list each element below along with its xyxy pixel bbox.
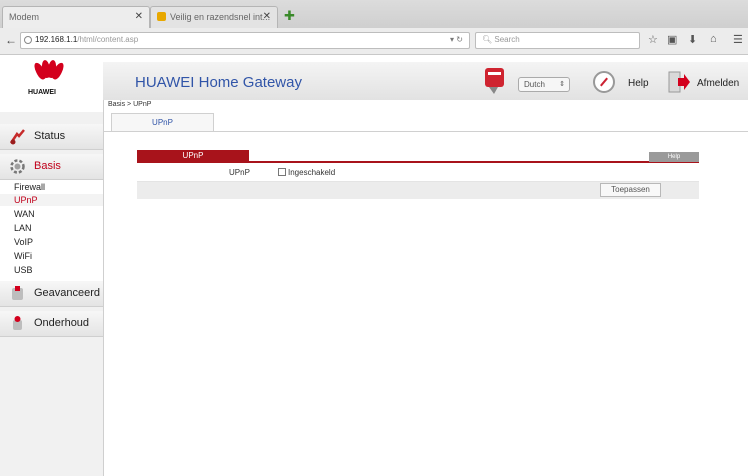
button-row: Toepassen bbox=[137, 182, 699, 199]
language-select[interactable]: Dutch ⇕ bbox=[518, 77, 570, 92]
browser-tab-second[interactable]: Veilig en razendsnel int... ✕ bbox=[150, 6, 278, 28]
select-arrows-icon: ⇕ bbox=[559, 81, 565, 88]
search-placeholder-text: Search bbox=[494, 35, 520, 44]
library-icon[interactable]: ▣ bbox=[667, 33, 677, 46]
reload-icon[interactable]: ▾ ↻ bbox=[450, 35, 463, 44]
browser-nav-bar: ← 192.168.1.1/html/content.asp ▾ ↻ 🔍︎ Se… bbox=[0, 28, 748, 55]
address-bar[interactable]: 192.168.1.1/html/content.asp ▾ ↻ bbox=[20, 32, 470, 49]
download-icon[interactable]: ⬇ bbox=[688, 33, 697, 46]
search-placeholder: 🔍︎ Search bbox=[482, 35, 520, 44]
browser-info-icon[interactable] bbox=[484, 67, 505, 95]
upnp-panel-header: UPnP Help bbox=[137, 150, 699, 163]
globe-icon bbox=[24, 36, 32, 44]
url-host: 192.168.1.1 bbox=[35, 35, 78, 44]
gear-icon bbox=[10, 159, 25, 174]
menu-icon[interactable]: ☰ bbox=[733, 33, 743, 46]
status-icon bbox=[9, 129, 25, 145]
new-tab-icon[interactable]: ✚ bbox=[284, 9, 298, 22]
sidebar-item-usb[interactable]: USB bbox=[14, 265, 33, 275]
sidebar-item-label: Geavanceerd bbox=[34, 287, 101, 299]
sidebar-item-advanced[interactable]: Geavanceerd bbox=[0, 281, 103, 307]
page-title: HUAWEI Home Gateway bbox=[135, 74, 302, 91]
panel-help-button[interactable]: Help bbox=[649, 152, 699, 162]
sidebar-item-label: Status bbox=[34, 130, 66, 142]
tab-upnp[interactable]: UPnP bbox=[111, 113, 214, 131]
browser-tab-title: Modem bbox=[9, 12, 40, 22]
sidebar: Status Basis Firewall UPnP WAN LAN VoIP … bbox=[0, 112, 103, 476]
upnp-field-label: UPnP bbox=[229, 168, 250, 177]
sidebar-item-wan[interactable]: WAN bbox=[14, 209, 35, 219]
sidebar-item-basis[interactable]: Basis bbox=[0, 154, 103, 180]
browser-tab-title: Veilig en razendsnel int... bbox=[170, 12, 271, 22]
sidebar-item-label: Onderhoud bbox=[34, 317, 90, 329]
sidebar-item-maintenance[interactable]: Onderhoud bbox=[0, 311, 103, 337]
help-link[interactable]: Help bbox=[628, 78, 649, 89]
address-text: 192.168.1.1/html/content.asp bbox=[35, 35, 138, 44]
language-value: Dutch bbox=[524, 80, 545, 89]
divider bbox=[103, 100, 104, 476]
url-path: /html/content.asp bbox=[77, 35, 139, 44]
help-gauge-icon[interactable] bbox=[593, 71, 615, 93]
bookmark-star-icon[interactable]: ☆ bbox=[648, 33, 658, 46]
maintenance-icon bbox=[13, 316, 22, 330]
close-tab-icon[interactable]: ✕ bbox=[263, 7, 271, 27]
home-icon[interactable]: ⌂ bbox=[710, 33, 717, 45]
browser-tab-modem[interactable]: Modem ✕ bbox=[2, 6, 150, 28]
back-arrow-icon[interactable]: ← bbox=[5, 33, 17, 47]
sidebar-item-status[interactable]: Status bbox=[0, 124, 103, 150]
upnp-enabled-checkbox[interactable] bbox=[278, 168, 286, 176]
browser-tab-bar: Modem ✕ Veilig en razendsnel int... ✕ ✚ bbox=[0, 0, 748, 28]
huawei-logo: HUAWEI bbox=[8, 58, 98, 100]
sidebar-item-wifi[interactable]: WiFi bbox=[14, 251, 32, 261]
sidebar-item-label: Basis bbox=[34, 160, 61, 172]
brand-name: HUAWEI bbox=[28, 89, 56, 96]
panel-rule bbox=[137, 161, 699, 163]
basis-submenu: Firewall UPnP WAN LAN VoIP WiFi USB bbox=[0, 180, 103, 281]
favicon-icon bbox=[157, 12, 166, 21]
sidebar-item-voip[interactable]: VoIP bbox=[14, 237, 33, 247]
sidebar-item-lan[interactable]: LAN bbox=[14, 223, 32, 233]
close-tab-icon[interactable]: ✕ bbox=[135, 7, 143, 27]
search-input[interactable]: 🔍︎ Search bbox=[475, 32, 640, 49]
logout-link[interactable]: Afmelden bbox=[697, 78, 739, 89]
upnp-enabled-label[interactable]: Ingeschakeld bbox=[288, 168, 335, 177]
logout-icon[interactable] bbox=[667, 70, 691, 94]
apply-button[interactable]: Toepassen bbox=[600, 183, 661, 197]
sidebar-item-upnp[interactable]: UPnP bbox=[14, 195, 38, 205]
tools-icon bbox=[12, 286, 23, 300]
sub-tab-bar: UPnP bbox=[103, 109, 748, 132]
upnp-form-row: UPnP Ingeschakeld bbox=[137, 164, 699, 182]
sidebar-item-firewall[interactable]: Firewall bbox=[14, 182, 45, 192]
breadcrumb: Basis > UPnP bbox=[108, 101, 152, 108]
